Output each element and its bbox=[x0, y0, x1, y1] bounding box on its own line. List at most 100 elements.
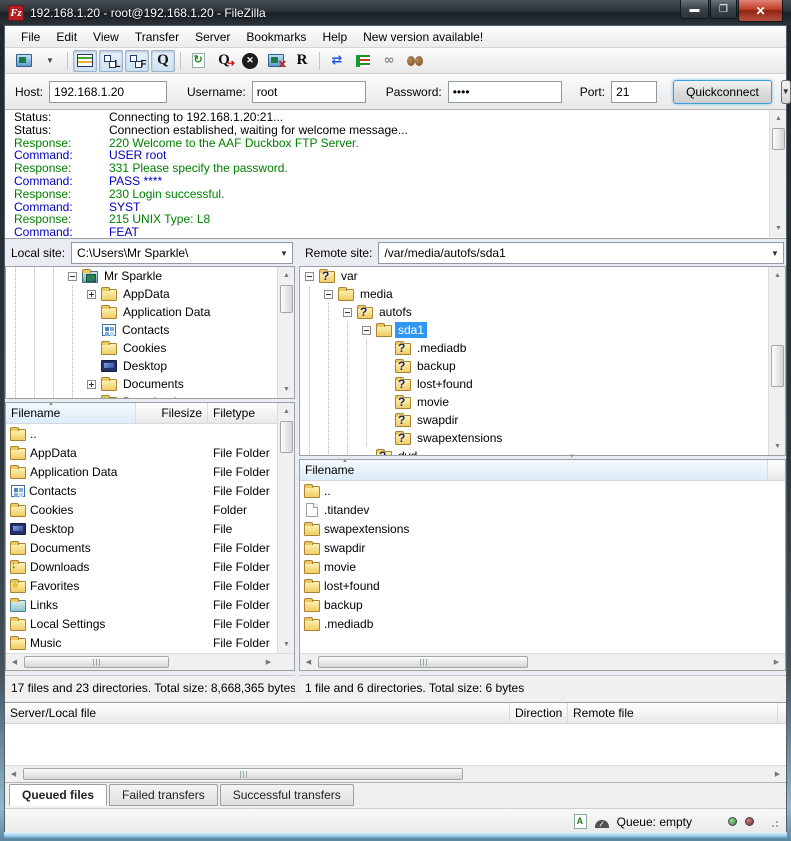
toggle-local-tree-icon[interactable]: L bbox=[99, 50, 123, 72]
tree-item-desktop[interactable]: Desktop bbox=[6, 357, 294, 375]
tree-item-contacts[interactable]: Contacts bbox=[6, 321, 294, 339]
tree-item-mr-sparkle[interactable]: Mr Sparkle bbox=[6, 267, 294, 285]
tree-item--mediadb[interactable]: .mediadb bbox=[300, 339, 785, 357]
tree-item-movie[interactable]: movie bbox=[300, 393, 785, 411]
directory-comparison-icon[interactable]: ⇄ bbox=[325, 50, 349, 72]
local-path-combo[interactable]: C:\Users\Mr Sparkle\ ▼ bbox=[71, 242, 293, 264]
file-row-backup[interactable]: backup bbox=[300, 595, 785, 614]
menu-item-file[interactable]: File bbox=[13, 28, 48, 46]
tree-item-autofs[interactable]: autofs bbox=[300, 303, 785, 321]
tab-queued-files[interactable]: Queued files bbox=[9, 784, 107, 806]
tree-item-media[interactable]: media bbox=[300, 285, 785, 303]
title-bar[interactable]: Fz 192.168.1.20 - root@192.168.1.20 - Fi… bbox=[0, 0, 791, 25]
tree-item-application-data[interactable]: Application Data bbox=[6, 303, 294, 321]
file-row--titandev[interactable]: .titandev bbox=[300, 500, 785, 519]
maximize-button[interactable]: ❐ bbox=[710, 0, 737, 19]
tree-item-swapdir[interactable]: swapdir bbox=[300, 411, 785, 429]
filelist-filter-icon[interactable] bbox=[351, 50, 375, 72]
file-row-music[interactable]: MusicFile Folder bbox=[6, 633, 294, 652]
menu-item-help[interactable]: Help bbox=[314, 28, 355, 46]
message-log[interactable]: Status:Connecting to 192.168.1.20:21...S… bbox=[5, 110, 786, 239]
remote-tree-vscrollbar[interactable]: ▲ ▼ bbox=[768, 267, 785, 455]
chevron-down-icon[interactable]: ▼ bbox=[276, 249, 292, 258]
tree-collapse-icon[interactable] bbox=[305, 272, 314, 281]
menu-item-bookmarks[interactable]: Bookmarks bbox=[238, 28, 314, 46]
minimize-button[interactable]: ▬ bbox=[680, 0, 709, 19]
local-tree[interactable]: Mr SparkleAppDataApplication DataContact… bbox=[5, 266, 295, 399]
tree-item-downloads[interactable]: Downloads bbox=[6, 393, 294, 399]
menu-item-server[interactable]: Server bbox=[187, 28, 238, 46]
close-button[interactable]: ✕ bbox=[738, 0, 783, 22]
file-row--mediadb[interactable]: .mediadb bbox=[300, 614, 785, 633]
queue-column-server-local-file[interactable]: Server/Local file bbox=[5, 703, 510, 723]
column-header-filename[interactable]: Filename▲ bbox=[6, 403, 136, 423]
tab-successful-transfers[interactable]: Successful transfers bbox=[220, 784, 354, 806]
local-list-hscrollbar[interactable]: ◀ ▶ bbox=[6, 653, 294, 670]
menu-item-transfer[interactable]: Transfer bbox=[127, 28, 187, 46]
toggle-remote-tree-icon[interactable]: F bbox=[125, 50, 149, 72]
tree-item-var[interactable]: var bbox=[300, 267, 785, 285]
file-row--[interactable]: .. bbox=[6, 424, 294, 443]
menu-item-view[interactable]: View bbox=[85, 28, 127, 46]
file-row-documents[interactable]: DocumentsFile Folder bbox=[6, 538, 294, 557]
speed-limits-icon[interactable] bbox=[595, 820, 609, 828]
local-list-vscrollbar[interactable]: ▲ ▼ bbox=[277, 403, 294, 653]
tree-item-appdata[interactable]: AppData bbox=[6, 285, 294, 303]
tree-collapse-icon[interactable] bbox=[343, 308, 352, 317]
tree-expand-icon[interactable] bbox=[87, 398, 96, 400]
queue-hscrollbar[interactable]: ◀ ▶ bbox=[5, 765, 786, 782]
tree-item-swapextensions[interactable]: swapextensions bbox=[300, 429, 785, 447]
tree-collapse-icon[interactable] bbox=[68, 272, 77, 281]
tree-item-cookies[interactable]: Cookies bbox=[6, 339, 294, 357]
host-input[interactable] bbox=[49, 81, 167, 103]
disconnect-icon[interactable] bbox=[264, 50, 288, 72]
splitter-collapse-icon[interactable]: ▾ bbox=[570, 452, 574, 460]
file-row-downloads[interactable]: DownloadsFile Folder bbox=[6, 557, 294, 576]
column-header-filetype[interactable]: Filetype bbox=[208, 403, 278, 423]
tree-collapse-icon[interactable] bbox=[324, 290, 333, 299]
cancel-icon[interactable]: ✕ bbox=[238, 50, 262, 72]
quickconnect-button[interactable]: Quickconnect bbox=[673, 80, 772, 104]
file-row-desktop[interactable]: DesktopFile bbox=[6, 519, 294, 538]
file-row-application-data[interactable]: Application DataFile Folder bbox=[6, 462, 294, 481]
password-input[interactable] bbox=[448, 81, 562, 103]
log-vscrollbar[interactable]: ▲ ▼ bbox=[769, 110, 786, 237]
tree-collapse-icon[interactable] bbox=[362, 326, 371, 335]
chevron-down-icon[interactable]: ▼ bbox=[767, 249, 783, 258]
remote-list-hscrollbar[interactable]: ◀ ▶ bbox=[300, 653, 785, 670]
queue-column-remote-file[interactable]: Remote file bbox=[568, 703, 778, 723]
column-header-filename[interactable]: Filename▲ bbox=[300, 460, 768, 480]
file-row--[interactable]: .. bbox=[300, 481, 785, 500]
file-row-contacts[interactable]: ContactsFile Folder bbox=[6, 481, 294, 500]
reconnect-icon[interactable]: R bbox=[290, 50, 314, 72]
remote-file-list[interactable]: Filename▲ ...titandevswapextensionsswapd… bbox=[299, 459, 786, 671]
remote-tree[interactable]: varmediaautofssda1.mediadbbackuplost+fou… bbox=[299, 266, 786, 456]
local-file-list[interactable]: Filename▲FilesizeFiletype ..AppDataFile … bbox=[5, 402, 295, 671]
file-row-swapextensions[interactable]: swapextensions bbox=[300, 519, 785, 538]
file-row-local-settings[interactable]: Local SettingsFile Folder bbox=[6, 614, 294, 633]
tree-item-lost-found[interactable]: lost+found bbox=[300, 375, 785, 393]
remote-path-combo[interactable]: /var/media/autofs/sda1 ▼ bbox=[378, 242, 784, 264]
process-queue-icon[interactable]: Q➜ bbox=[212, 50, 236, 72]
tree-item-sda1[interactable]: sda1 bbox=[300, 321, 785, 339]
tree-expand-icon[interactable] bbox=[87, 380, 96, 389]
find-files-icon[interactable] bbox=[403, 50, 427, 72]
tree-item-documents[interactable]: Documents bbox=[6, 375, 294, 393]
transfer-queue[interactable]: Server/Local fileDirectionRemote file ◀ … bbox=[5, 702, 786, 783]
file-row-swapdir[interactable]: swapdir bbox=[300, 538, 785, 557]
tree-expand-icon[interactable] bbox=[87, 290, 96, 299]
menu-item-edit[interactable]: Edit bbox=[48, 28, 85, 46]
column-header-filesize[interactable]: Filesize bbox=[136, 403, 208, 423]
tree-item-backup[interactable]: backup bbox=[300, 357, 785, 375]
resize-grip[interactable] bbox=[768, 817, 778, 827]
refresh-icon[interactable] bbox=[186, 50, 210, 72]
toggle-message-log-icon[interactable] bbox=[73, 50, 97, 72]
transfer-type-icon[interactable] bbox=[574, 814, 587, 829]
file-row-links[interactable]: LinksFile Folder bbox=[6, 595, 294, 614]
site-manager-icon[interactable] bbox=[12, 50, 36, 72]
site-manager-dropdown-icon[interactable]: ▼ bbox=[38, 50, 62, 72]
local-tree-vscrollbar[interactable]: ▲ ▼ bbox=[277, 267, 294, 398]
file-row-movie[interactable]: movie bbox=[300, 557, 785, 576]
queue-column-direction[interactable]: Direction bbox=[510, 703, 568, 723]
file-row-appdata[interactable]: AppDataFile Folder bbox=[6, 443, 294, 462]
